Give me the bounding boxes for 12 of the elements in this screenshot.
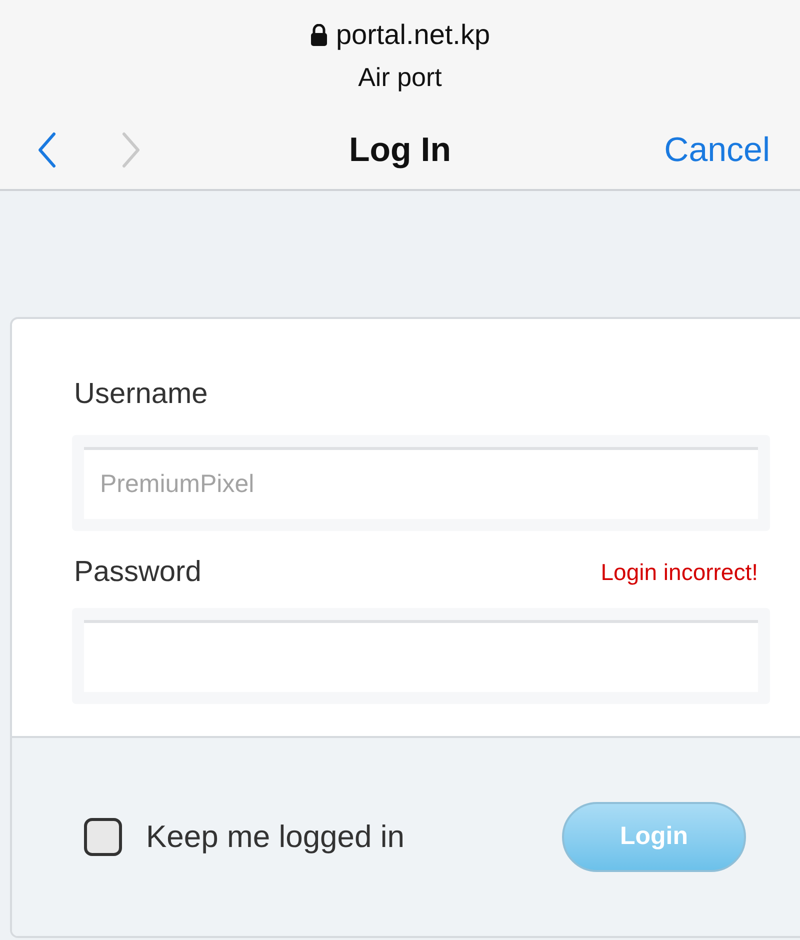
keep-logged-in-checkbox[interactable] <box>84 818 122 856</box>
keep-logged-in-label: Keep me logged in <box>146 818 405 856</box>
password-field[interactable] <box>72 608 770 704</box>
page-title: Log In <box>349 130 451 170</box>
error-message: Login incorrect! <box>600 558 758 587</box>
username-field[interactable]: PremiumPixel <box>72 434 770 530</box>
page-url: portal.net.kp <box>336 18 490 52</box>
lock-icon <box>310 24 328 46</box>
cancel-button[interactable]: Cancel <box>664 124 770 176</box>
username-label: Username <box>74 377 209 412</box>
password-label: Password <box>74 554 202 590</box>
network-name: Air port <box>358 61 442 94</box>
